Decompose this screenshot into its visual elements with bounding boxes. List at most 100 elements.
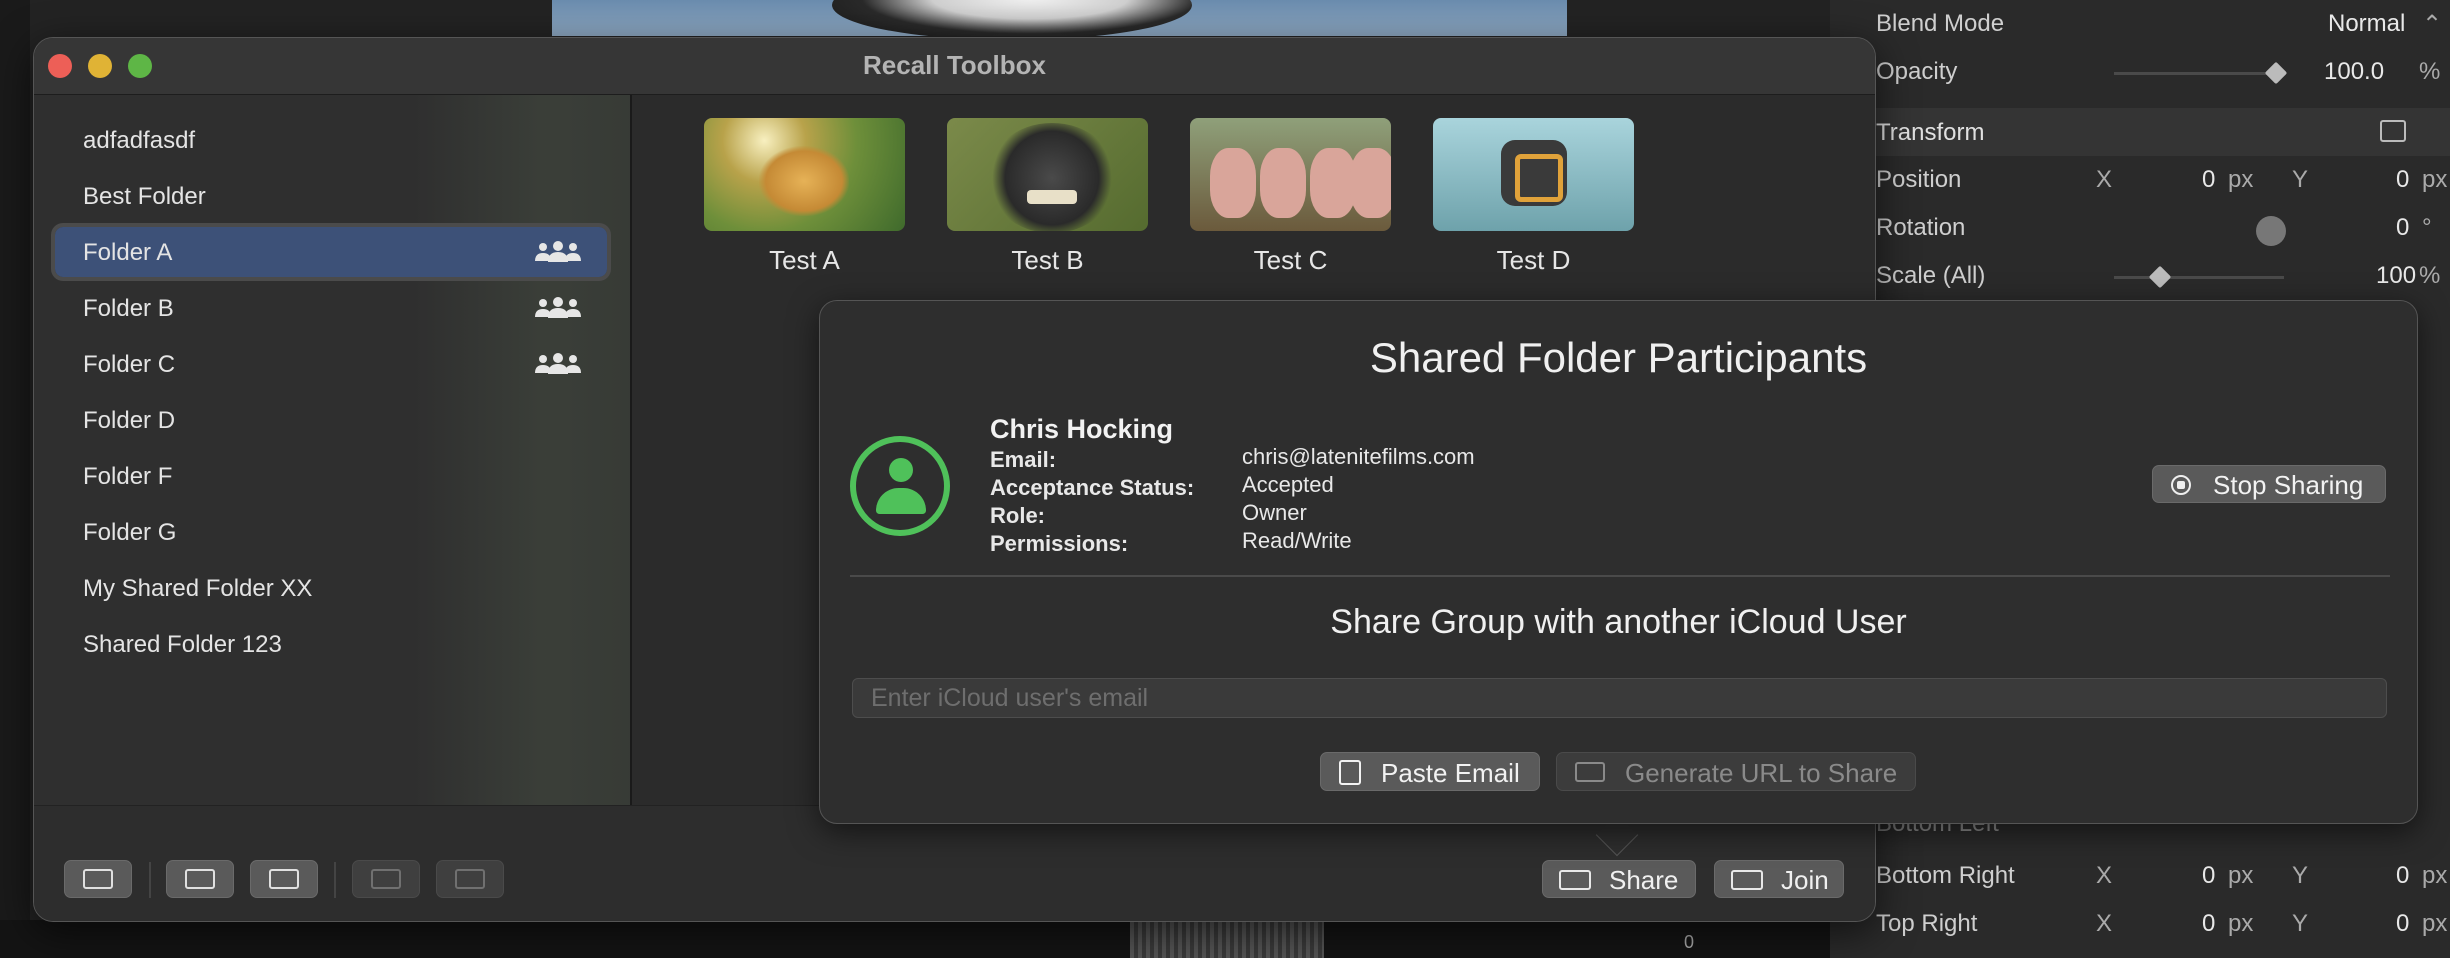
bottom-right-y-value[interactable]: 0 [2396,862,2409,890]
sidebar-folder-label: adfadfasdf [83,127,196,154]
sidebar-folder-item[interactable]: Shared Folder 123 [55,619,607,669]
divider [850,575,2390,577]
remove-folder-button[interactable] [352,860,420,898]
acceptance-status-key: Acceptance Status: [990,475,1195,500]
role-key: Role: [990,503,1045,528]
top-right-y-value[interactable]: 0 [2396,910,2409,938]
scale-unit: % [2419,262,2441,289]
shared-folder-participants-popover: Shared Folder Participants Chris Hocking… [819,300,2418,824]
bottom-right-x-value[interactable]: 0 [2202,862,2215,890]
opacity-label: Opacity [1876,58,1958,85]
rotation-value[interactable]: 0 [2396,214,2409,242]
role-value: Owner [1242,500,1307,525]
item-label-test-a: Test A [769,245,840,275]
top-right-row: Top Right X 0 px Y 0 px [1876,900,2450,948]
position-x-unit: px [2228,166,2254,193]
timeline-strip: 0 [0,920,1830,958]
top-right-x-unit: px [2228,910,2254,937]
icloud-email-input[interactable] [852,678,2387,718]
position-y-unit: px [2422,166,2448,193]
bottom-right-x-unit: px [2228,862,2254,889]
sidebar-folder-label: Folder G [83,519,177,546]
opacity-slider[interactable] [2114,72,2284,75]
position-x-value[interactable]: 0 [2202,166,2215,194]
permissions-key: Permissions: [990,531,1129,556]
toggle-sidebar-button[interactable] [64,860,132,898]
position-label: Position [1876,166,1962,193]
sidebar-folder-label: Folder B [83,295,174,322]
bottom-right-y-unit: px [2422,862,2448,889]
item-minus-icon [455,869,485,889]
item-thumbnail-test-c[interactable] [1190,118,1391,231]
item-thumbnail-test-a[interactable] [704,118,905,231]
sidebar-folder-item[interactable]: Folder C [55,339,607,389]
window-title: Recall Toolbox [863,50,1046,80]
rotation-unit: ° [2422,214,2432,241]
new-folder-button[interactable] [166,860,234,898]
participant-name: Chris Hocking [990,414,1174,444]
sidebar-folder-label: Folder D [83,407,176,434]
opacity-unit: % [2419,58,2441,85]
transform-section-header[interactable]: Transform [1876,108,2450,156]
sidebar-folder-item[interactable]: Folder A [51,223,611,281]
top-right-x-value[interactable]: 0 [2202,910,2215,938]
add-item-button[interactable] [250,860,318,898]
item-plus-icon [269,869,299,889]
background-left-panel [0,0,30,958]
sidebar-folder-item[interactable]: Folder G [55,507,607,557]
sidebar-folder-item[interactable]: Folder F [55,451,607,501]
folder-minus-icon [371,869,401,889]
scale-slider[interactable] [2114,276,2284,279]
paste-email-button[interactable]: Paste Email [1320,752,1540,791]
popover-title: Shared Folder Participants [1369,334,1868,381]
acceptance-status-value: Accepted [1242,472,1334,497]
sidebar-folder-item[interactable]: Folder B [55,283,607,333]
sidebar-folder-item[interactable]: Folder D [55,395,607,445]
blend-mode-select[interactable]: Normal [2328,10,2405,38]
sidebar-folder-item[interactable]: adfadfasdf [55,115,607,165]
join-icon [1731,870,1763,890]
bottom-right-y-axis: Y [2292,862,2309,889]
sidebar-folder-item[interactable]: Best Folder [55,171,607,221]
rotation-dial[interactable] [2256,216,2286,246]
opacity-value[interactable]: 100.0 [2324,58,2384,86]
share-group-heading: Share Group with another iCloud User [1330,603,1907,641]
shared-people-icon [535,353,581,374]
sidebar-folder-label: My Shared Folder XX [83,575,313,602]
item-thumbnail-test-d[interactable] [1433,118,1634,231]
stop-sharing-button[interactable]: Stop Sharing [2152,465,2386,503]
item-label-test-b: Test B [1011,245,1084,275]
sidebar-folder-label: Folder C [83,351,176,378]
item-thumbnail-test-b[interactable] [947,118,1148,231]
permissions-value: Read/Write [1242,528,1352,553]
blend-mode-row: Blend Mode Normal ⌃ [1876,0,2450,48]
sidebar-icon [83,869,113,889]
sidebar-folder-item[interactable]: My Shared Folder XX [55,563,607,613]
scale-value[interactable]: 100 [2376,262,2416,290]
shared-people-icon [535,241,581,262]
position-y-value[interactable]: 0 [2396,166,2409,194]
folder-sidebar: adfadfasdf Best Folder Folder A Folder B Fol… [34,95,632,805]
scale-slider-knob[interactable] [2148,265,2172,289]
join-button[interactable]: Join [1714,860,1844,898]
link-card-icon [1575,762,1605,782]
top-right-x-axis: X [2096,910,2113,937]
opacity-slider-knob[interactable] [2264,61,2288,85]
transform-overlay-icon[interactable] [2380,120,2406,142]
folder-plus-icon [185,869,215,889]
title-bar[interactable]: Recall Toolbox [34,38,1875,95]
remove-item-button[interactable] [436,860,504,898]
sidebar-folder-label: Shared Folder 123 [83,631,282,658]
email-value: chris@latenitefilms.com [1242,444,1475,469]
scale-row: Scale (All) 100 % [1876,252,2450,300]
share-icon [1559,870,1591,890]
sidebar-folder-label: Folder F [83,463,173,490]
bottom-right-row: Bottom Right X 0 px Y 0 px [1876,852,2450,900]
share-button[interactable]: Share [1542,860,1696,898]
generate-url-button[interactable]: Generate URL to Share [1556,752,1916,791]
transform-label: Transform [1876,119,1985,146]
shared-people-icon [535,297,581,318]
sidebar-folder-label: Best Folder [83,183,206,210]
top-right-y-axis: Y [2292,910,2309,937]
item-label-test-c: Test C [1253,245,1328,275]
